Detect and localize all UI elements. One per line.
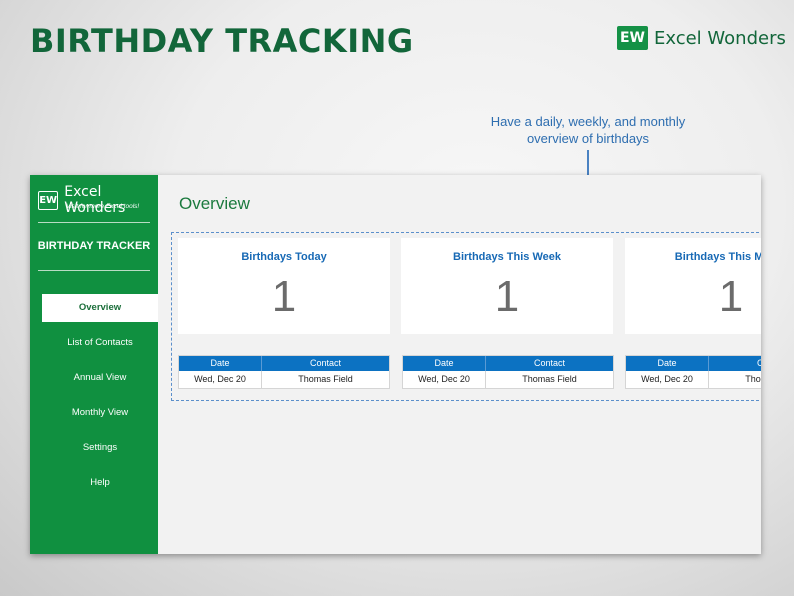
- excel-wonders-logo-icon: EW: [38, 190, 59, 210]
- sidebar: EW Excel Wonders Visit for more Excel to…: [30, 175, 158, 554]
- column-header-date: Date: [657, 358, 677, 368]
- card-count: 1: [271, 272, 297, 321]
- app-window: EW Excel Wonders Visit for more Excel to…: [30, 175, 761, 554]
- column-header-date: Date: [210, 358, 230, 368]
- main-title: Overview: [179, 194, 250, 213]
- cell-date: Wed, Dec 20: [194, 374, 246, 384]
- sidebar-item-help[interactable]: Help: [42, 469, 158, 497]
- callout-text: Have a daily, weekly, and monthly overvi…: [490, 114, 686, 146]
- card-birthdays-this-month: Birthdays This Month 1: [625, 238, 761, 334]
- column-header-contact: Contact: [261, 356, 389, 371]
- card-title: Birthdays This Month: [674, 251, 761, 263]
- card-title: Birthdays This Week: [453, 251, 561, 263]
- sidebar-item-annual-view[interactable]: Annual View: [42, 364, 158, 392]
- sidebar-tagline[interactable]: Visit for more Excel tools!: [66, 203, 139, 210]
- table-row[interactable]: Wed, Dec 20 Thomas Field: [403, 371, 613, 388]
- table-header-row: Date Contact: [179, 356, 389, 371]
- sidebar-item-overview[interactable]: Overview: [42, 294, 158, 322]
- card-count: 1: [494, 272, 520, 321]
- brand-header: EW Excel Wonders: [617, 26, 786, 50]
- cell-date: Wed, Dec 20: [418, 374, 470, 384]
- cell-contact: Thomas Field: [485, 371, 613, 388]
- sidebar-item-settings[interactable]: Settings: [42, 434, 158, 462]
- cell-contact: Thomas Field: [708, 371, 761, 388]
- brand-name: Excel Wonders: [654, 27, 786, 49]
- table-row[interactable]: Wed, Dec 20 Thomas Field: [626, 371, 761, 388]
- column-header-date: Date: [434, 358, 454, 368]
- sidebar-item-monthly-view[interactable]: Monthly View: [42, 399, 158, 427]
- card-count: 1: [718, 272, 744, 321]
- sidebar-title: BIRTHDAY TRACKER: [37, 240, 151, 252]
- excel-wonders-logo-icon: EW: [617, 26, 648, 50]
- birthdays-today-table: Date Contact Wed, Dec 20 Thomas Field: [178, 355, 390, 389]
- table-row[interactable]: Wed, Dec 20 Thomas Field: [179, 371, 389, 388]
- card-title: Birthdays Today: [241, 251, 327, 263]
- sidebar-divider: [38, 270, 150, 271]
- table-header-row: Date Contact: [626, 356, 761, 371]
- page-title: BIRTHDAY TRACKING: [30, 22, 414, 60]
- sidebar-divider: [38, 222, 150, 223]
- column-header-contact: Contact: [485, 356, 613, 371]
- sidebar-brand-name: Excel Wonders: [64, 184, 126, 216]
- sidebar-item-list-of-contacts[interactable]: List of Contacts: [42, 329, 158, 357]
- birthdays-this-month-table: Date Contact Wed, Dec 20 Thomas Field: [625, 355, 761, 389]
- card-birthdays-this-week: Birthdays This Week 1: [401, 238, 613, 334]
- cell-contact: Thomas Field: [261, 371, 389, 388]
- column-header-contact: Contact: [708, 356, 761, 371]
- table-header-row: Date Contact: [403, 356, 613, 371]
- sidebar-brand[interactable]: EW Excel Wonders: [38, 184, 158, 216]
- card-birthdays-today: Birthdays Today 1: [178, 238, 390, 334]
- birthdays-this-week-table: Date Contact Wed, Dec 20 Thomas Field: [402, 355, 614, 389]
- cell-date: Wed, Dec 20: [641, 374, 693, 384]
